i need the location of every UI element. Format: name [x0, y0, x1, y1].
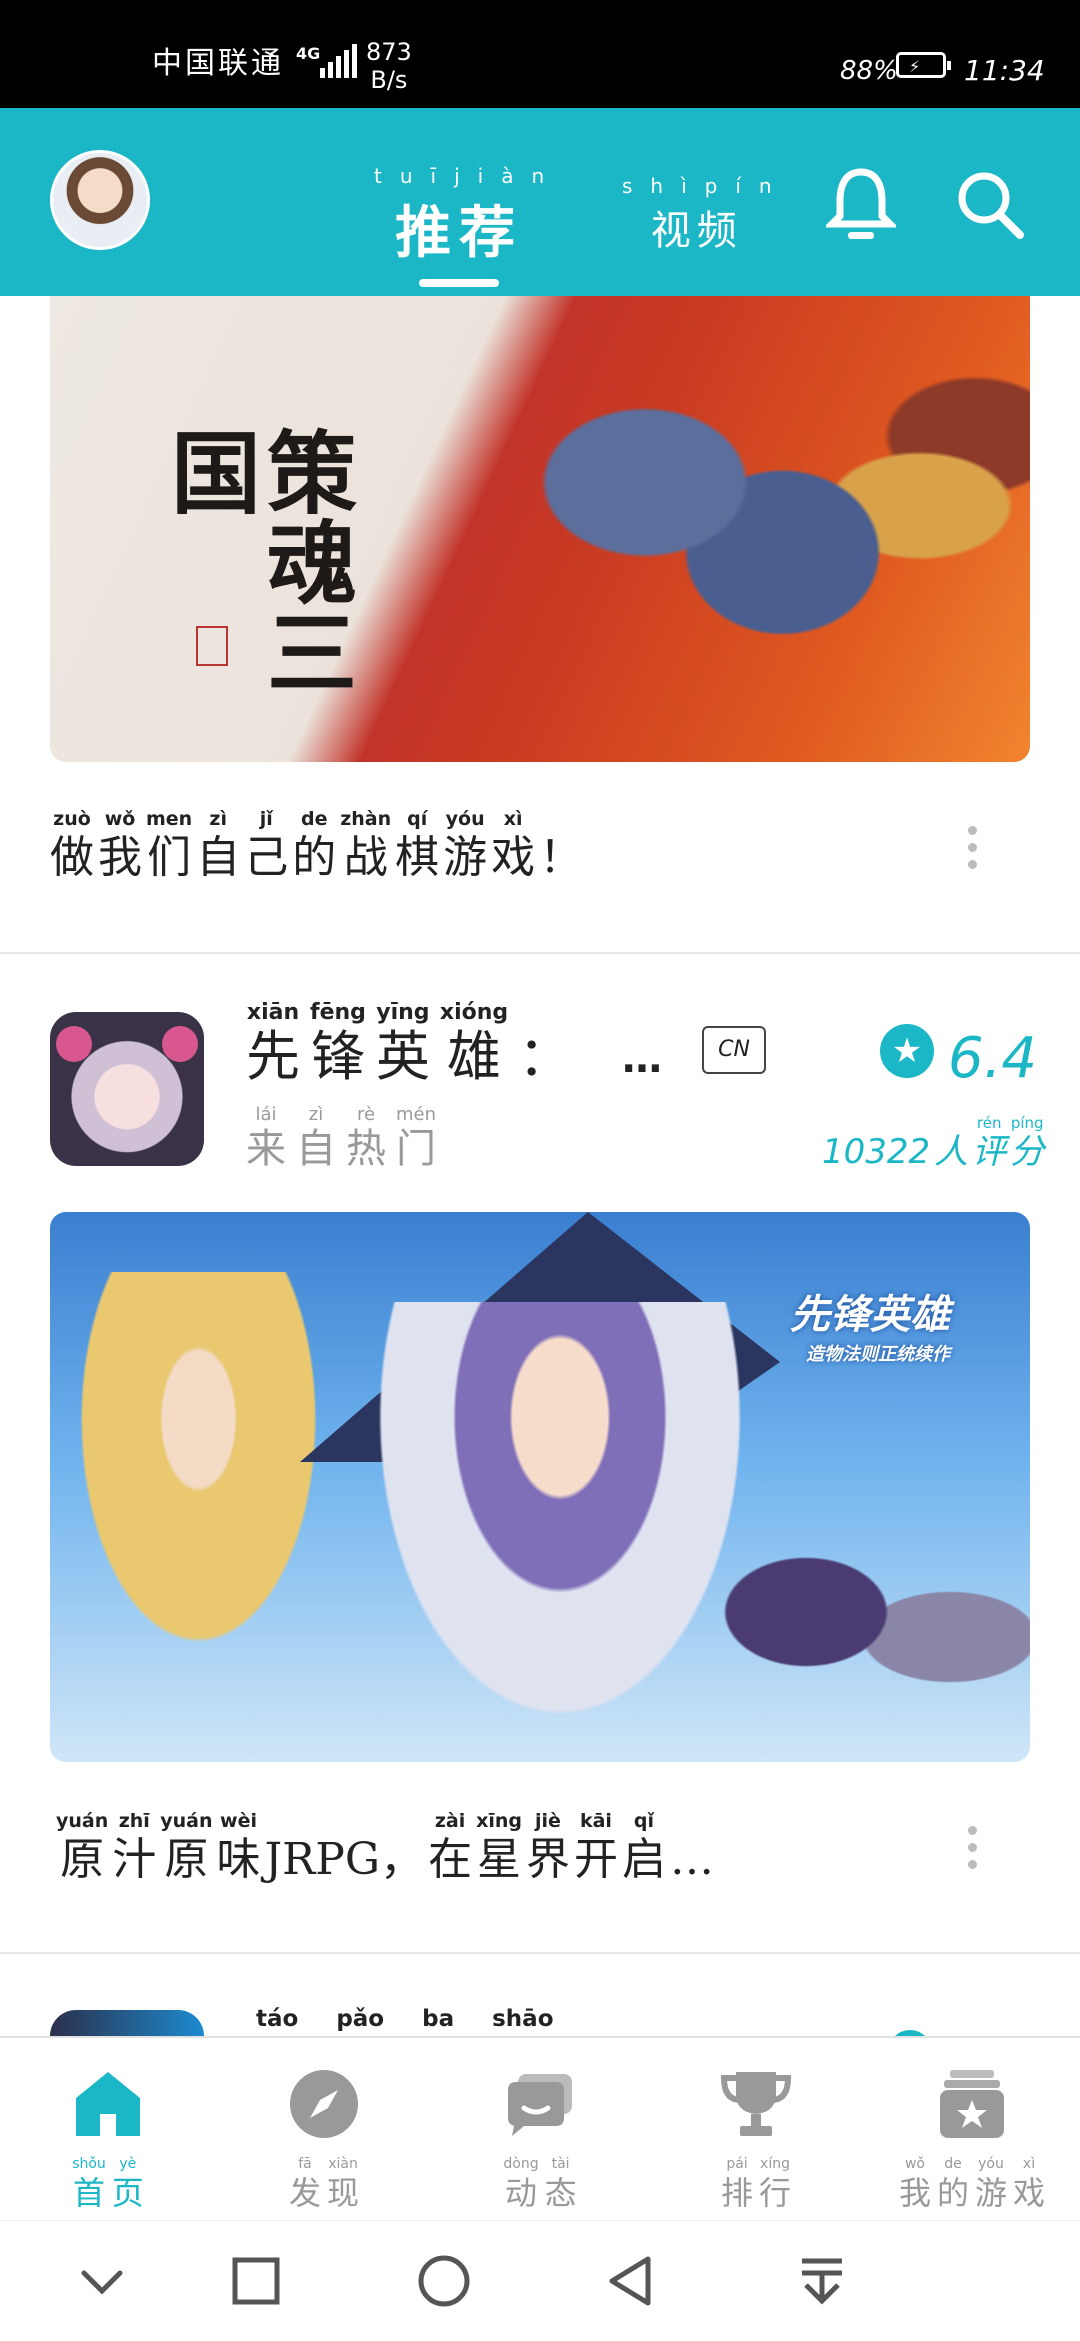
- compass-icon: [290, 2070, 358, 2138]
- nav-my-games[interactable]: wǒ 我 de 的 yóu 游 xì 戏: [864, 2038, 1080, 2222]
- banner-title-calligraphy: 策魂三国: [155, 426, 357, 696]
- game-app-icon[interactable]: [50, 1012, 204, 1166]
- divider: [0, 952, 1080, 954]
- star-icon: ★: [880, 1024, 934, 1078]
- tab-video[interactable]: shìpín 视频: [604, 174, 790, 256]
- tab-pinyin: tuījiàn: [374, 164, 563, 188]
- nav-label: wǒ 我 de 的 yóu 游 xì 戏: [898, 2156, 1046, 2212]
- bell-icon[interactable]: [826, 164, 896, 244]
- home-button-icon[interactable]: [414, 2251, 474, 2311]
- game-title-pinyin: táo pǎo ba shāo: [256, 2006, 554, 2032]
- user-avatar[interactable]: [50, 150, 150, 250]
- tab-label: 推荐: [395, 201, 524, 266]
- nav-label: fā 发 xiàn 现: [288, 2156, 360, 2212]
- nav-ranking[interactable]: pái 排 xíng 行: [648, 2038, 864, 2222]
- status-bar: 中国联通 4G 873 B/s 88% ⚡ 11:34: [0, 0, 1080, 108]
- notification-pull-icon[interactable]: [792, 2251, 852, 2311]
- tab-pinyin: shìpín: [622, 174, 790, 198]
- banner-characters-group: [710, 1512, 1030, 1762]
- chevron-down-icon[interactable]: [72, 2251, 132, 2311]
- clock: 11:34: [964, 54, 1045, 87]
- tab-label: 视频: [650, 208, 743, 254]
- chat-icon: [508, 2074, 572, 2136]
- nav-discover[interactable]: fā 发 xiàn 现: [216, 2038, 432, 2222]
- post-caption[interactable]: zuò 做 wǒ 我 men 们 zì 自 jǐ 己 de 的 zhàn 战 qí 棋 yóu 游…: [50, 808, 587, 884]
- home-icon: [76, 2072, 140, 2136]
- back-icon[interactable]: [602, 2251, 662, 2311]
- nav-label: shǒu 首 yè 页: [72, 2156, 144, 2212]
- carrier-name: 中国联通: [152, 46, 284, 81]
- banner-game-logo: 先锋英雄 造物法则正统续作: [790, 1292, 950, 1365]
- game-box-icon: [940, 2070, 1004, 2138]
- game-banner-image[interactable]: 策魂三国: [50, 296, 1030, 762]
- signal-icon: [320, 44, 360, 78]
- rating-score: 6.4: [948, 1026, 1038, 1091]
- trophy-icon: [720, 2072, 792, 2136]
- app-header: tuījiàn 推荐 shìpín 视频: [0, 108, 1080, 296]
- more-options-icon[interactable]: [968, 1826, 978, 1877]
- nav-feed[interactable]: dòng 动 tài 态: [432, 2038, 648, 2222]
- battery-percent: 88%: [840, 56, 898, 86]
- system-nav-bar: [0, 2220, 1080, 2341]
- title-ellipsis: …: [622, 1036, 662, 1082]
- game-banner-image[interactable]: 先锋英雄 造物法则正统续作: [50, 1212, 1030, 1762]
- network-type: 4G: [296, 44, 321, 63]
- banner-character: [350, 1302, 770, 1762]
- banner-artwork: [480, 296, 1030, 762]
- divider: [0, 1952, 1080, 1954]
- battery-icon: ⚡: [896, 52, 951, 78]
- rating-count: 10322 人 rén 评 píng 分: [822, 1114, 1045, 1172]
- nav-label: pái 排 xíng 行: [720, 2156, 792, 2212]
- recent-apps-icon[interactable]: [226, 2251, 286, 2311]
- region-badge: CN: [702, 1026, 766, 1074]
- more-options-icon[interactable]: [968, 826, 978, 877]
- nav-home[interactable]: shǒu 首 yè 页: [0, 2038, 216, 2222]
- game-title[interactable]: xiān 先 fēng 锋 yīng 英 xióng 雄 ：: [246, 1000, 582, 1088]
- seal-stamp: [196, 626, 228, 666]
- nav-label: dòng 动 tài 态: [503, 2156, 577, 2212]
- tab-recommend[interactable]: tuījiàn 推荐: [356, 164, 562, 287]
- active-tab-indicator: [419, 279, 500, 287]
- post-caption[interactable]: yuán 原 zhī 汁 yuán 原 wèi 味 JRPG， zài 在 xīng 星 j…: [56, 1810, 718, 1886]
- search-icon[interactable]: [952, 164, 1028, 244]
- bottom-nav: shǒu 首 yè 页 fā 发 xiàn 现 dòng 动 tài 态 pái…: [0, 2036, 1080, 2222]
- game-source: lái 来 zì 自 rè 热 mén 门: [246, 1104, 437, 1172]
- network-speed: 873 B/s: [366, 38, 412, 94]
- banner-character: [50, 1272, 380, 1762]
